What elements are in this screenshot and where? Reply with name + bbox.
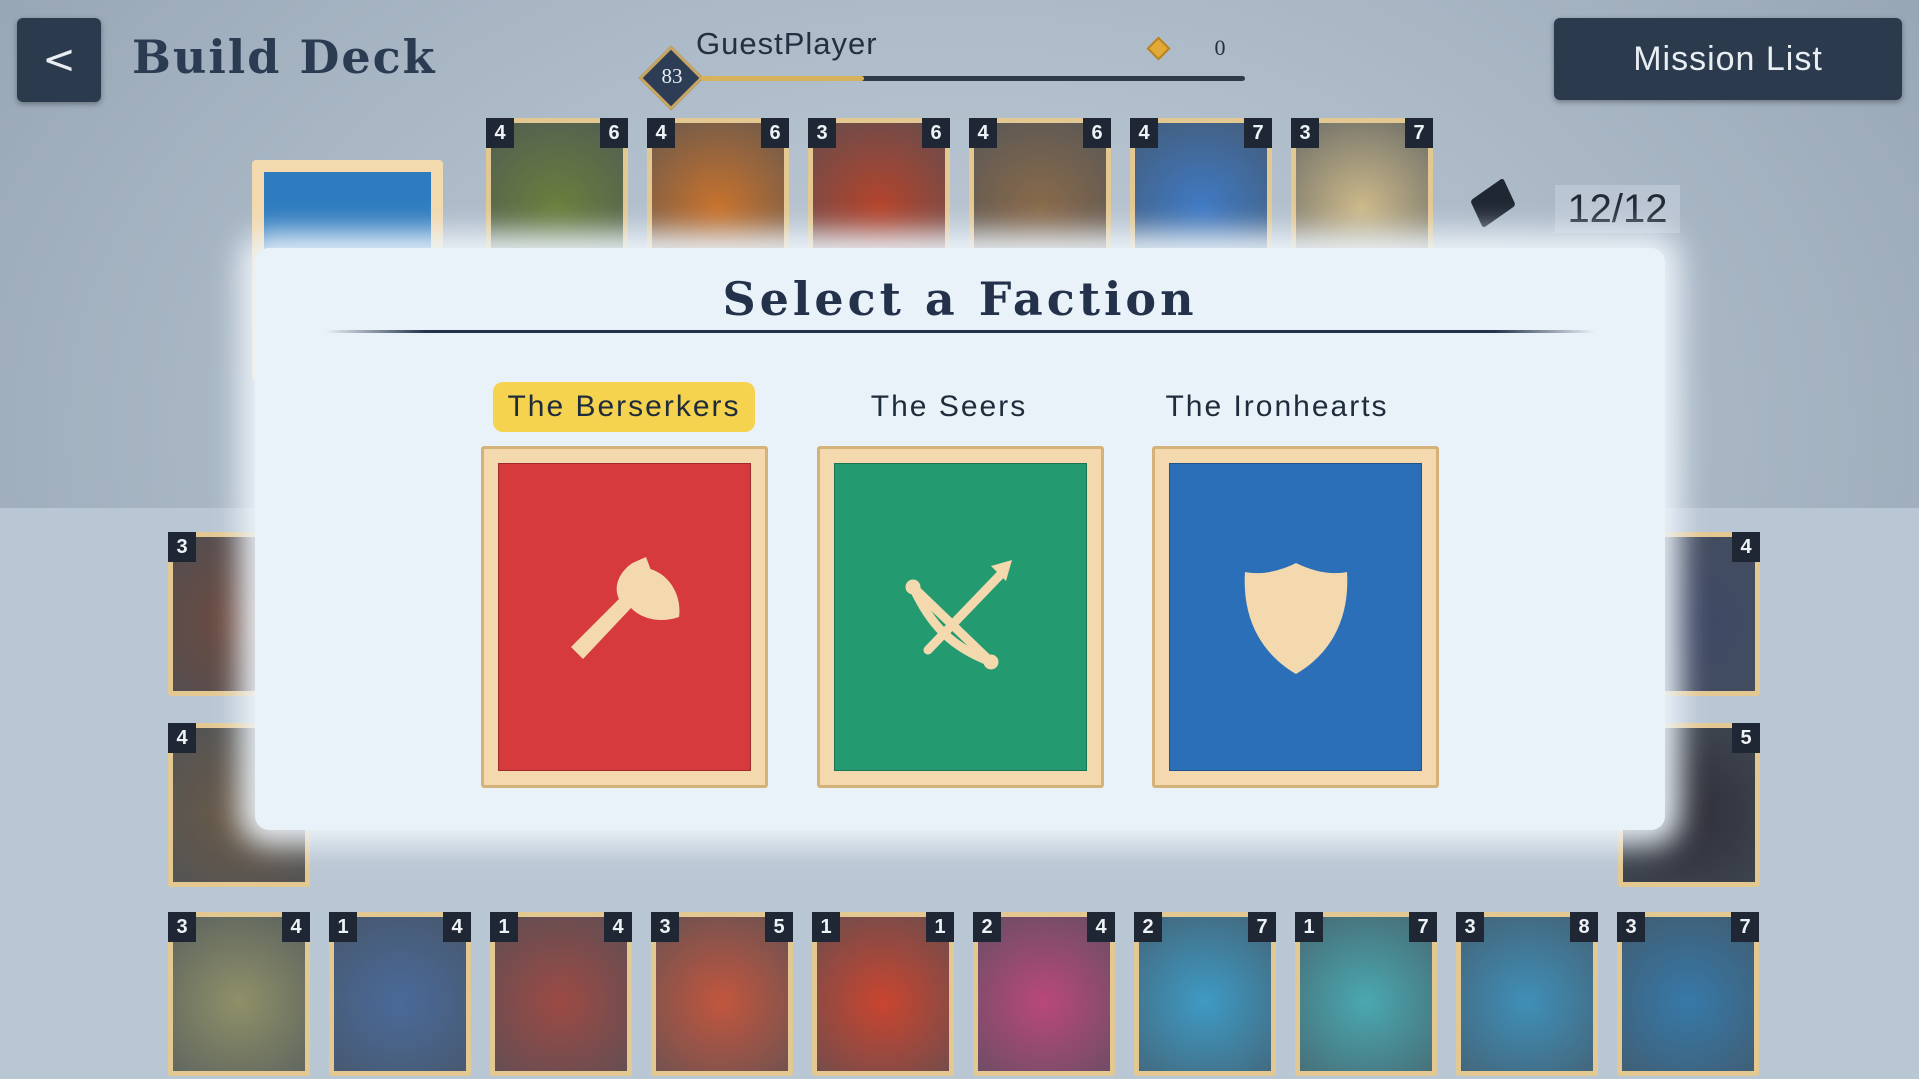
faction-label-ironhearts[interactable]: The Ironhearts: [1146, 382, 1408, 432]
card-cost: 2: [973, 912, 1001, 942]
card[interactable]: 17: [1295, 912, 1437, 1076]
card-cost: 2: [1134, 912, 1162, 942]
card-power: 6: [922, 118, 950, 148]
card-power: 6: [600, 118, 628, 148]
axe-icon: [570, 557, 679, 659]
back-button[interactable]: <: [17, 18, 101, 102]
mission-list-button[interactable]: Mission List: [1554, 18, 1902, 100]
card-power: 6: [761, 118, 789, 148]
faction-card-seers[interactable]: [817, 446, 1104, 788]
gem-count: 0: [1214, 35, 1226, 60]
card-cost: 4: [168, 723, 196, 753]
card-power: 6: [1083, 118, 1111, 148]
card-power: 8: [1570, 912, 1598, 942]
card-cost: 3: [651, 912, 679, 942]
xp-bar: [700, 76, 1245, 81]
card-cost: 3: [808, 118, 836, 148]
card-cost: 4: [1130, 118, 1158, 148]
faction-label-seers[interactable]: The Seers: [818, 382, 1080, 432]
card-cost: 4: [969, 118, 997, 148]
card[interactable]: 14: [490, 912, 632, 1076]
card-cost: 1: [1295, 912, 1323, 942]
faction-card-face: [1169, 463, 1422, 771]
card-power: 7: [1731, 912, 1759, 942]
card-power: 5: [1732, 723, 1760, 753]
card-cost: 4: [486, 118, 514, 148]
card-power: 7: [1409, 912, 1437, 942]
card-cost: 3: [1291, 118, 1319, 148]
faction-card-face: [834, 463, 1087, 771]
card-power: 4: [1732, 532, 1760, 562]
faction-card-ironhearts[interactable]: [1152, 446, 1439, 788]
divider: [325, 330, 1595, 333]
card-cost: 3: [168, 532, 196, 562]
modal-title: Select a Faction: [722, 272, 1198, 326]
faction-label-berserkers[interactable]: The Berserkers: [493, 382, 755, 432]
card-cost: 1: [490, 912, 518, 942]
card-power: 5: [765, 912, 793, 942]
card-cost: 3: [168, 912, 196, 942]
faction-card-berserkers[interactable]: [481, 446, 768, 788]
level-number: 83: [661, 64, 683, 88]
card-power: 4: [443, 912, 471, 942]
card-power: 1: [926, 912, 954, 942]
card-cost: 4: [647, 118, 675, 148]
card-cost: 3: [1617, 912, 1645, 942]
card[interactable]: 27: [1134, 912, 1276, 1076]
card[interactable]: 35: [651, 912, 793, 1076]
card[interactable]: 37: [1617, 912, 1759, 1076]
deck-count: 12/12: [1555, 185, 1680, 233]
card[interactable]: 38: [1456, 912, 1598, 1076]
xp-bar-fill: [700, 76, 864, 81]
card[interactable]: 11: [812, 912, 954, 1076]
card-cost: 3: [1456, 912, 1484, 942]
shield-icon: [1244, 563, 1347, 674]
card-power: 4: [604, 912, 632, 942]
card-power: 4: [282, 912, 310, 942]
crossbow-icon: [905, 560, 1012, 670]
player-name: GuestPlayer: [696, 26, 878, 61]
card-cost: 1: [812, 912, 840, 942]
card-cost: 1: [329, 912, 357, 942]
card[interactable]: 24: [973, 912, 1115, 1076]
faction-card-face: [498, 463, 751, 771]
card-power: 4: [1087, 912, 1115, 942]
card[interactable]: 14: [329, 912, 471, 1076]
card-power: 7: [1244, 118, 1272, 148]
card-power: 7: [1248, 912, 1276, 942]
page-title: Build Deck: [132, 30, 437, 84]
card-power: 7: [1405, 118, 1433, 148]
faction-select-modal: Select a Faction The Berserkers The Seer…: [255, 248, 1665, 830]
card[interactable]: 34: [168, 912, 310, 1076]
